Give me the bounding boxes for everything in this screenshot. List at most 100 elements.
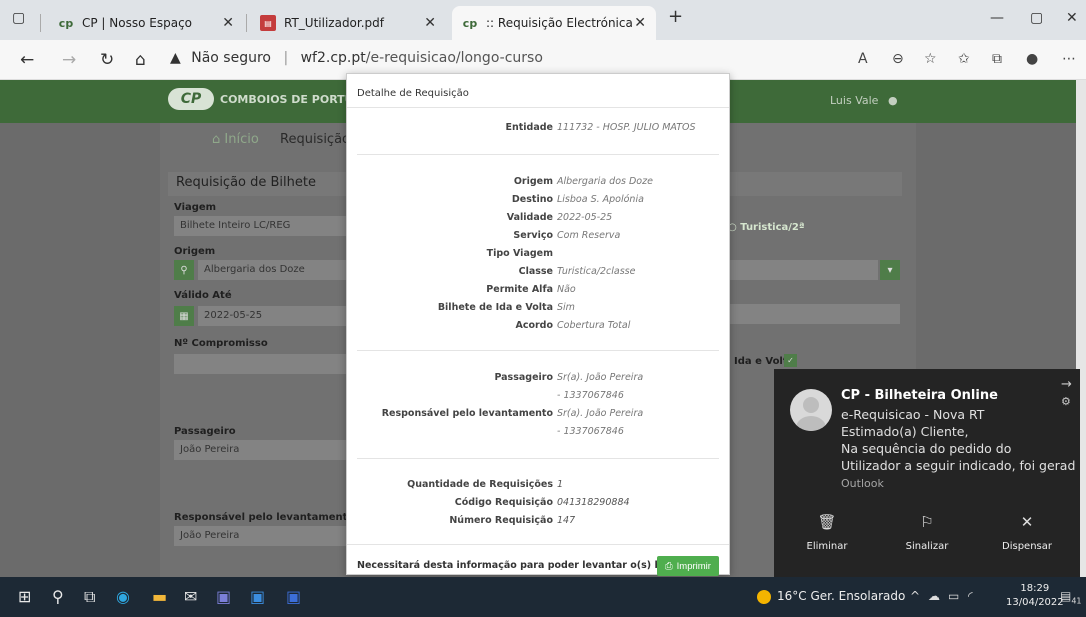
detail-label: Destino <box>511 194 553 205</box>
eliminar-button[interactable]: 🗑 Eliminar <box>776 509 878 569</box>
restore-icon[interactable]: ▢ <box>1030 10 1043 26</box>
turistica-radio[interactable]: ○ Turistica/2ª <box>728 222 805 233</box>
cp-logo-mark: CP <box>168 88 214 110</box>
outlook-icon[interactable]: ▣ <box>250 587 265 606</box>
detail-label: Passageiro <box>494 372 553 383</box>
back-icon[interactable]: ← <box>20 50 34 70</box>
detail-value: Sim <box>557 302 575 313</box>
action-label: Sinalizar <box>905 541 949 552</box>
tab-rt-utilizador-pdf[interactable]: ▤ RT_Utilizador.pdf ✕ <box>250 6 446 40</box>
more-icon[interactable]: ⋯ <box>1062 51 1076 67</box>
turistica-label: Turistica/2ª <box>740 222 805 233</box>
notification-title: CP - Bilheteira Online <box>841 388 998 403</box>
clock-date: 13/04/2022 <box>1006 597 1064 608</box>
forward-icon[interactable]: → <box>62 50 76 70</box>
refresh-icon[interactable]: ↻ <box>100 50 114 70</box>
notification-line: Na sequência do pedido do <box>841 441 1012 456</box>
address-bar[interactable]: ▲ Não seguro | wf2.cp.pt/e-requisicao/lo… <box>170 50 543 66</box>
map-pin-icon: ⚲ <box>174 260 194 280</box>
close-tab-icon[interactable]: ✕ <box>634 15 646 31</box>
collections-icon[interactable]: ⧉ <box>992 51 1002 67</box>
tab-separator <box>40 14 41 32</box>
tab-nosso-espaco[interactable]: cp CP | Nosso Espaço ✕ <box>48 6 244 40</box>
teams-icon[interactable]: ▣ <box>216 587 231 606</box>
task-view-icon[interactable]: ⧉ <box>84 587 95 607</box>
gear-icon[interactable]: ⚙ <box>1061 395 1071 408</box>
detail-row: Destino Lisboa S. Apolónia <box>347 194 729 208</box>
url-host: wf2.cp.pt <box>300 50 366 66</box>
arrow-right-icon[interactable]: → <box>1061 377 1072 392</box>
home-icon: ⌂ <box>212 132 221 147</box>
detail-value: 1 <box>557 479 564 490</box>
word-icon[interactable]: ▣ <box>286 587 301 606</box>
home-icon[interactable]: ⌂ <box>135 50 146 70</box>
battery-icon[interactable]: ▭ <box>948 589 959 603</box>
origem-input[interactable]: Albergaria dos Doze <box>198 260 354 280</box>
onedrive-icon[interactable]: ☁ <box>928 589 940 603</box>
detail-value: Sr(a). João Pereira <box>557 408 644 419</box>
minimize-icon[interactable]: — <box>990 10 1004 26</box>
windows-start-icon[interactable]: ⊞ <box>18 587 31 606</box>
weather-widget[interactable]: 16°C Ger. Ensolarado <box>757 589 905 604</box>
tab-actions-icon[interactable]: ▢ <box>12 10 25 26</box>
detail-label: Responsável pelo levantamento <box>381 408 553 419</box>
flag-icon: ⚐ <box>920 513 934 531</box>
valido-label: Válido Até <box>174 290 232 301</box>
user-menu[interactable]: Luis Vale ● <box>830 94 898 107</box>
passageiro-select[interactable]: João Pereira <box>174 440 354 460</box>
close-window-icon[interactable]: ✕ <box>1066 10 1078 26</box>
wifi-icon[interactable]: ◜ <box>968 589 973 603</box>
notification-line: Estimado(a) Cliente, <box>841 424 969 439</box>
print-button[interactable]: ⎙ Imprimir <box>657 556 719 576</box>
edge-icon[interactable]: ◉ <box>116 587 130 606</box>
detail-value: Com Reserva <box>557 230 621 241</box>
profile-icon[interactable]: ● <box>1026 51 1038 67</box>
detail-value: - 1337067846 <box>557 426 624 437</box>
favorite-add-icon[interactable]: ☆ <box>924 51 937 67</box>
detail-row-passageiro-id: - 1337067846 <box>347 390 729 404</box>
ida-volta-checkbox[interactable]: ✓ <box>784 354 797 367</box>
notification-toast[interactable]: → ⚙ CP - Bilheteira Online e-Requisicao … <box>774 369 1080 577</box>
action-label: Eliminar <box>806 541 848 552</box>
printer-icon: ⎙ <box>665 560 673 572</box>
detail-row: Validade 2022-05-25 <box>347 212 729 226</box>
new-tab-button[interactable]: + <box>668 6 683 27</box>
user-icon: ● <box>887 94 898 107</box>
tab-requisicao-electronica[interactable]: cp :: Requisição Electrónica de Tran: ✕ <box>452 6 656 40</box>
compromisso-input[interactable] <box>174 354 354 374</box>
sinalizar-button[interactable]: ⚐ Sinalizar <box>876 509 978 569</box>
compromisso-label: Nº Compromisso <box>174 338 268 349</box>
responsavel-select[interactable]: João Pereira <box>174 526 354 546</box>
modal-divider <box>347 544 729 545</box>
mail-icon[interactable]: ✉ <box>184 587 197 606</box>
read-aloud-icon[interactable]: A <box>858 51 868 67</box>
chevron-down-icon[interactable]: ▾ <box>880 260 900 280</box>
close-tab-icon[interactable]: ✕ <box>222 15 234 31</box>
insecure-label: Não seguro <box>191 50 271 66</box>
notification-center-icon[interactable]: ▤41 <box>1060 589 1082 605</box>
file-explorer-icon[interactable]: ▬ <box>152 587 167 606</box>
calendar-icon[interactable]: ▦ <box>174 306 194 326</box>
detail-row: Classe Turistica/2classe <box>347 266 729 280</box>
servico-select[interactable] <box>728 304 900 324</box>
action-label: Dispensar <box>1002 541 1052 552</box>
zoom-icon[interactable]: ⊖ <box>892 51 904 67</box>
valido-input[interactable]: 2022-05-25 <box>198 306 354 326</box>
breadcrumb-home[interactable]: ⌂ Início <box>212 132 259 147</box>
dispensar-button[interactable]: ✕ Dispensar <box>976 509 1078 569</box>
notification-count: 41 <box>1071 596 1082 606</box>
close-tab-icon[interactable]: ✕ <box>424 15 436 31</box>
notification-source: Outlook <box>841 477 884 490</box>
viagem-select[interactable]: Bilhete Inteiro LC/REG <box>174 216 354 236</box>
cp-logo-icon: cp <box>462 16 478 30</box>
system-clock[interactable]: 18:29 13/04/2022 <box>1006 582 1064 610</box>
modal-divider <box>347 107 729 108</box>
tab-title: CP | Nosso Espaço <box>82 16 193 30</box>
total-row: Quantidade de Requisições 1 <box>347 479 729 493</box>
destino-input[interactable] <box>728 260 878 280</box>
detail-label: Origem <box>513 176 553 187</box>
close-icon: ✕ <box>1020 513 1034 531</box>
search-icon[interactable]: ⚲ <box>52 587 64 606</box>
favorites-icon[interactable]: ✩ <box>958 51 970 67</box>
chevron-up-icon[interactable]: ^ <box>910 589 920 603</box>
